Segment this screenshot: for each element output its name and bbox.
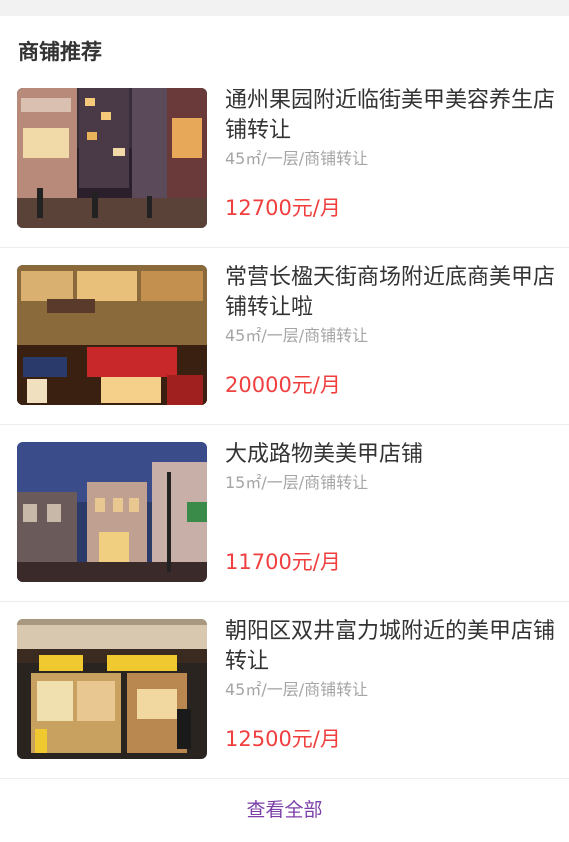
street-dusk-photo xyxy=(17,442,207,582)
listing-info-3: 大成路物美美甲店铺 15㎡/一层/商铺转让 11700元/月 xyxy=(225,440,555,574)
listing-meta: 45㎡/一层/商铺转让 xyxy=(225,326,369,345)
listing-card-1[interactable]: 通州果园附近临街美甲美容养生店铺转让 45㎡/一层/商铺转让 12700元/月 xyxy=(0,88,569,266)
listing-meta: 15㎡/一层/商铺转让 xyxy=(225,473,369,492)
listing-price: 11700元/月 xyxy=(225,550,341,574)
listing-card-2[interactable]: 常营长楹天街商场附近底商美甲店铺转让啦 45㎡/一层/商铺转让 20000元/月 xyxy=(0,265,569,443)
mall-storefront-photo xyxy=(17,265,207,405)
divider xyxy=(0,424,569,425)
top-spacer-band xyxy=(0,0,569,16)
listing-info-2: 常营长楹天街商场附近底商美甲店铺转让啦 45㎡/一层/商铺转让 20000元/月 xyxy=(225,263,555,397)
listing-info-1: 通州果园附近临街美甲美容养生店铺转让 45㎡/一层/商铺转让 12700元/月 xyxy=(225,86,555,220)
divider xyxy=(0,778,569,779)
divider xyxy=(0,601,569,602)
section-title: 商铺推荐 xyxy=(18,40,102,64)
listing-meta: 45㎡/一层/商铺转让 xyxy=(225,149,369,168)
listing-title[interactable]: 常营长楹天街商场附近底商美甲店铺转让啦 xyxy=(225,263,555,323)
listing-title[interactable]: 朝阳区双井富力城附近的美甲店铺转让 xyxy=(225,617,555,677)
listing-info-4: 朝阳区双井富力城附近的美甲店铺转让 45㎡/一层/商铺转让 12500元/月 xyxy=(225,617,555,751)
divider xyxy=(0,247,569,248)
listing-title[interactable]: 大成路物美美甲店铺 xyxy=(225,440,555,470)
listing-price: 12700元/月 xyxy=(225,196,341,220)
view-all-link[interactable]: 查看全部 xyxy=(0,790,569,830)
storefront-night-photo xyxy=(17,88,207,228)
listing-photo-2[interactable] xyxy=(17,265,207,405)
listing-photo-1[interactable] xyxy=(17,88,207,228)
listing-card-3[interactable]: 大成路物美美甲店铺 15㎡/一层/商铺转让 11700元/月 xyxy=(0,442,569,620)
listing-meta: 45㎡/一层/商铺转让 xyxy=(225,680,369,699)
shop-front-photo xyxy=(17,619,207,759)
listing-card-4[interactable]: 朝阳区双井富力城附近的美甲店铺转让 45㎡/一层/商铺转让 12500元/月 xyxy=(0,619,569,797)
listing-title[interactable]: 通州果园附近临街美甲美容养生店铺转让 xyxy=(225,86,555,146)
listing-price: 12500元/月 xyxy=(225,727,341,751)
listing-photo-3[interactable] xyxy=(17,442,207,582)
listing-photo-4[interactable] xyxy=(17,619,207,759)
listing-price: 20000元/月 xyxy=(225,373,341,397)
